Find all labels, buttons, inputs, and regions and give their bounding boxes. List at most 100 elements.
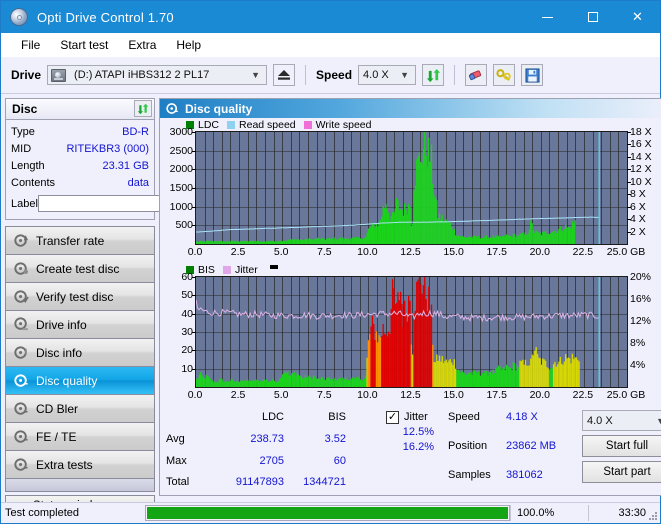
resize-grip-icon[interactable] [648,511,658,521]
menu-item-file[interactable]: File [11,35,50,55]
chart-bar [559,356,561,387]
chart-bar [357,237,359,244]
x-axis-tick-label: 25.0 GB [606,389,646,401]
chart-bar [450,362,453,387]
chart-bar [393,212,395,244]
chart-bar [375,223,378,244]
chart-bar [556,231,559,244]
chart-bar [196,379,198,387]
stats-row-avg-label: Avg [166,432,185,445]
sidebar-item-transfer-rate[interactable]: Transfer rate [6,227,154,255]
start-part-button[interactable]: Start part [582,461,661,483]
chart-bar [218,379,221,387]
sidebar-item-create-test-disc[interactable]: Create test disc [6,255,154,283]
chart-bar [389,220,391,244]
refresh-button[interactable] [422,64,445,86]
chart-bar [512,361,515,387]
chart-bar [229,380,231,387]
bis-plot-area[interactable]: 10 20 30 40 50 60 4% 8% 12% 16% 20% [181,271,651,388]
chart-bar [412,354,414,387]
chart-bar [430,304,433,387]
chart-bar [459,371,461,387]
start-full-label: Start full [605,440,649,452]
chart-bar [339,237,341,244]
chart-bar [334,378,336,387]
chart-bar [398,300,400,387]
disc-row-value: data [127,176,149,189]
maximize-icon[interactable] [570,1,615,33]
key-button[interactable] [493,64,516,86]
ldc-plot-area[interactable]: 500 1000 1500 2000 2500 3000 2 X4 X6 X8 X 10 X1… [170,126,652,245]
chart-bar [565,354,567,387]
chart-bar [326,238,328,244]
stats-col-ldc: LDC [261,411,284,423]
speed-select[interactable]: 4.0 X ▼ [358,65,417,85]
chart-bar [287,371,289,387]
chart-bar [291,372,293,387]
chart-bar [454,368,457,387]
x-axis-tick-label: 10.0 [357,246,378,258]
start-full-button[interactable]: Start full [582,435,661,457]
menu-item-start-test[interactable]: Start test [50,35,118,55]
close-icon[interactable]: ✕ [615,1,660,33]
menu-item-help[interactable]: Help [166,35,211,55]
sidebar-item-extra-tests[interactable]: Extra tests [6,451,154,479]
chart-bar [232,240,234,244]
chart-bar [570,363,572,387]
chart-bar [316,237,319,244]
menu-item-extra[interactable]: Extra [118,35,166,55]
stats-corner [166,410,218,425]
chart-bar [476,237,478,244]
chart-bar [225,241,227,244]
chart-bar [547,368,549,387]
chart-bar [293,239,296,244]
disc-row-contents: Contents data [11,174,149,191]
chart-bar [444,361,446,387]
eject-button[interactable] [273,64,296,86]
chart-bar [288,239,290,244]
chart-bar [382,206,384,244]
toolbar-divider [305,65,307,85]
drive-toolbar: Drive (D:) ATAPI iHBS312 2 PL17 ▼ Speed … [1,57,660,94]
sidebar-item-cd-bler[interactable]: CD Bler [6,395,154,423]
jitter-checkbox[interactable]: ✓ [386,411,399,424]
drive-select[interactable]: (D:) ATAPI iHBS312 2 PL17 ▼ [47,65,268,85]
chart-bar [449,222,451,244]
chart-bar [218,240,221,244]
stats-ldc-total: 91147893 [235,476,284,489]
minimize-icon[interactable] [525,1,570,33]
chart-bar [197,378,199,387]
chart-bar [548,234,551,244]
chart-bar [347,379,349,387]
sidebar-item-verify-test-disc[interactable]: Verify test disc [6,283,154,311]
disc-row-value: BD-R [122,125,149,138]
x-axis-tick-label: 5.0 [273,389,289,401]
chart-bar [543,231,545,244]
eraser-button[interactable] [465,64,488,86]
disc-row-mid: MID RITEKBR3 (000) [11,140,149,157]
sidebar-item-disc-info[interactable]: Disc info [6,339,154,367]
chart-bar [293,372,296,387]
sidebar-item-fe-te[interactable]: FE / TE [6,423,154,451]
chart-bar [362,238,364,244]
chart-bar [324,239,327,244]
chart-bar [531,354,533,387]
save-button[interactable] [521,64,544,86]
chart-bar [570,228,572,244]
chart-bar [205,374,207,387]
chart-bar [408,295,410,387]
chart-bar [347,238,349,244]
sidebar-item-drive-info[interactable]: Drive info [6,311,154,339]
sidebar-item-disc-quality[interactable]: Disc quality [6,367,154,395]
status-bar: Test completed 100.0% 33:30 [1,502,660,523]
chart-bar [314,238,316,244]
chart-bar [386,336,388,387]
chart-bar [560,230,563,244]
speed-info-value: 4.18 X [506,411,538,423]
y-axis-tick [192,225,196,227]
disc-refresh-button[interactable] [134,100,152,117]
test-speed-select[interactable]: 4.0 X ▼ [582,410,661,431]
chart-bar [416,159,418,244]
chart-bar [206,240,209,244]
chart-bar [348,380,351,387]
